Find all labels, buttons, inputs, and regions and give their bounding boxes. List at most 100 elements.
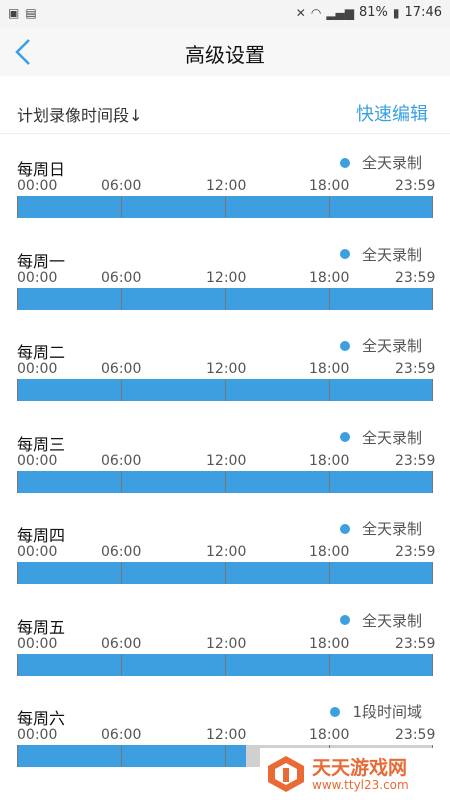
time-tick-label: 23:59 xyxy=(395,269,436,286)
clock: 17:46 xyxy=(404,5,442,20)
time-ticks: 00:00 06:00 12:00 18:00 23:59 xyxy=(17,361,436,379)
battery-percent: 81% xyxy=(359,5,388,20)
record-mode-label: 全天录制 xyxy=(361,520,422,538)
time-tick-label: 18:00 xyxy=(309,269,350,286)
time-tick-label: 00:00 xyxy=(17,361,58,377)
record-mode-label: 全天录制 xyxy=(361,428,422,447)
wifi-icon: ◠ xyxy=(310,5,322,20)
time-ticks: 00:00 06:00 12:00 18:00 23:59 xyxy=(17,452,435,471)
time-tick-label: 18:00 xyxy=(309,727,350,743)
timeline-bar[interactable] xyxy=(17,379,433,401)
timeline-divider xyxy=(121,287,122,310)
watermark-logo-icon xyxy=(268,756,304,792)
time-tick-label: 06:00 xyxy=(101,269,142,286)
battery-icon: ▮ xyxy=(392,5,400,20)
timeline-divider xyxy=(17,379,18,401)
timeline-divider xyxy=(329,196,330,218)
plan-section-label[interactable]: 计划录像时间段↓ xyxy=(17,102,142,126)
header-bar: 高级设置 xyxy=(0,28,450,76)
time-tick-label: 23:59 xyxy=(395,361,436,377)
day-row: 每周日 全天录制 00:00 06:00 12:00 18:00 23:59 xyxy=(0,150,450,230)
record-mode-label: 全天录制 xyxy=(361,154,422,172)
mode-dot-icon xyxy=(330,706,341,717)
time-tick-label: 00:00 xyxy=(17,727,58,743)
timeline-divider xyxy=(329,562,330,584)
timeline-divider xyxy=(432,196,433,218)
time-tick-label: 00:00 xyxy=(17,269,58,286)
mode-dot-icon xyxy=(339,615,350,625)
timeline-divider xyxy=(17,287,18,310)
record-mode-label: 全天录制 xyxy=(361,337,422,355)
day-name: 每周日 xyxy=(17,160,66,179)
day-name: 每周六 xyxy=(17,709,66,728)
status-left-icons: ▣ ▤ xyxy=(8,6,37,20)
record-mode[interactable]: 全天录制 xyxy=(339,518,422,539)
timeline-divider xyxy=(329,379,330,401)
watermark: 天天游戏网 www.ttyl23.com xyxy=(260,748,450,800)
time-tick-label: 18:00 xyxy=(309,635,350,652)
time-tick-label: 06:00 xyxy=(101,452,142,469)
time-tick-label: 12:00 xyxy=(206,361,247,377)
time-tick-label: 18:00 xyxy=(309,178,350,194)
day-row: 每周五 全天录制 00:00 06:00 12:00 18:00 23:59 xyxy=(0,608,450,688)
timeline-divider xyxy=(432,287,433,310)
timeline-divider xyxy=(17,562,18,584)
day-row: 每周一 全天录制 00:00 06:00 12:00 18:00 23:59 xyxy=(0,242,450,322)
mode-dot-icon xyxy=(339,249,350,259)
page-title: 高级设置 xyxy=(185,43,265,67)
record-mode[interactable]: 全天录制 xyxy=(339,610,422,631)
record-mode[interactable]: 1段时间域 xyxy=(330,701,422,722)
watermark-url: www.ttyl23.com xyxy=(312,778,409,792)
record-mode-label: 1段时间域 xyxy=(352,703,422,721)
gallery-icon: ▣ xyxy=(8,6,20,20)
time-ticks: 00:00 06:00 12:00 18:00 23:59 xyxy=(17,727,435,745)
time-tick-label: 00:00 xyxy=(17,178,58,194)
timeline-divider xyxy=(121,470,122,493)
timeline-divider xyxy=(225,653,226,676)
time-tick-label: 23:59 xyxy=(395,178,436,194)
time-ticks: 00:00 06:00 12:00 18:00 23:59 xyxy=(17,544,436,562)
time-tick-label: 00:00 xyxy=(17,544,58,560)
time-tick-label: 12:00 xyxy=(206,727,247,743)
timeline-divider xyxy=(225,379,226,401)
timeline-bar[interactable] xyxy=(17,470,433,493)
time-tick-label: 06:00 xyxy=(101,727,142,743)
plan-bar: 计划录像时间段↓ 快速编辑 xyxy=(0,90,450,134)
day-row: 每周二 全天录制 00:00 06:00 12:00 18:00 23:59 xyxy=(0,333,450,413)
timeline-divider xyxy=(17,745,18,767)
time-tick-label: 18:00 xyxy=(309,452,350,469)
record-mode[interactable]: 全天录制 xyxy=(339,427,422,448)
day-name: 每周五 xyxy=(17,617,66,637)
time-ticks: 00:00 06:00 12:00 18:00 23:59 xyxy=(17,178,436,196)
calendar-icon: ▤ xyxy=(25,6,37,20)
timeline-bar[interactable] xyxy=(17,653,433,676)
time-ticks: 00:00 06:00 12:00 18:00 23:59 xyxy=(17,635,436,654)
day-row: 每周四 全天录制 00:00 06:00 12:00 18:00 23:59 xyxy=(0,516,450,596)
record-mode[interactable]: 全天录制 xyxy=(339,335,422,356)
time-tick-label: 06:00 xyxy=(101,178,142,194)
time-tick-label: 06:00 xyxy=(101,361,142,377)
quick-edit-button[interactable]: 快速编辑 xyxy=(356,100,428,126)
watermark-title: 天天游戏网 xyxy=(312,757,408,779)
timeline-bar[interactable] xyxy=(17,562,433,584)
timeline-divider xyxy=(225,287,226,310)
time-tick-label: 18:00 xyxy=(309,544,350,560)
mode-dot-icon xyxy=(339,157,350,168)
day-name: 每周二 xyxy=(17,343,66,362)
record-mode[interactable]: 全天录制 xyxy=(339,152,422,173)
timeline-bar[interactable] xyxy=(17,196,433,218)
day-name: 每周四 xyxy=(17,526,66,545)
time-tick-label: 06:00 xyxy=(101,635,142,652)
time-tick-label: 00:00 xyxy=(17,452,58,469)
time-tick-label: 23:59 xyxy=(395,635,436,652)
record-mode[interactable]: 全天录制 xyxy=(339,244,422,265)
time-tick-label: 12:00 xyxy=(206,269,247,286)
timeline-divider xyxy=(329,287,330,310)
day-name: 每周三 xyxy=(17,434,66,454)
timeline-bar[interactable] xyxy=(17,287,433,310)
timeline-divider xyxy=(432,653,433,676)
time-tick-label: 23:59 xyxy=(395,544,436,560)
timeline-divider xyxy=(329,470,330,493)
time-tick-label: 18:00 xyxy=(309,361,350,377)
timeline-divider xyxy=(17,196,18,218)
